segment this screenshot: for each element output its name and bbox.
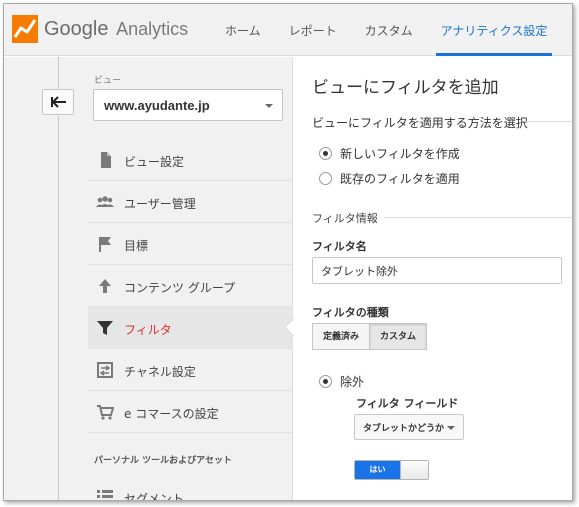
divider [526, 121, 572, 122]
back-arrow-icon [51, 96, 66, 108]
view-selector[interactable]: www.ayudante.jp [93, 89, 283, 121]
personal-tools-heading: パーソナル ツールおよびアセット [94, 456, 232, 466]
filter-field-label: フィルタ フィールド [356, 397, 459, 410]
sidebar-item-goals[interactable]: 目標 [88, 223, 293, 265]
sidebar-item-ecommerce-settings[interactable]: e コマースの設定 [88, 391, 293, 433]
filter-name-label: フィルタ名 [312, 240, 367, 253]
back-button[interactable] [42, 89, 74, 115]
nav-admin[interactable]: アナリティクス設定 [435, 4, 553, 56]
filter-type-label: フィルタの種類 [312, 306, 389, 319]
sidebar-item-label: コンテンツ グループ [124, 281, 236, 295]
radio-exclude[interactable]: 除外 [319, 373, 364, 389]
brand-product: Analytics [116, 19, 189, 39]
flag-icon [99, 237, 111, 252]
radio-label: 除外 [340, 374, 365, 389]
nav-reports[interactable]: レポート [288, 4, 338, 56]
sidebar-item-label: チャネル設定 [124, 365, 196, 379]
filter-icon [97, 321, 113, 335]
tree-line [58, 57, 59, 89]
cart-icon [97, 405, 114, 420]
sidebar-item-label: ビュー設定 [124, 155, 185, 169]
sidebar-item-label: 目標 [124, 239, 149, 253]
sidebar-item-label: e コマースの設定 [124, 407, 219, 421]
radio-create-new-filter[interactable]: 新しいフィルタを作成 [319, 145, 460, 161]
radio-button-selected[interactable] [319, 374, 332, 388]
brand-google: Google [44, 18, 109, 40]
users-icon [96, 196, 114, 207]
filter-field-dropdown[interactable]: タブレットかどうか [354, 414, 464, 440]
apply-method-heading: ビューにフィルタを適用する方法を選択 [312, 116, 528, 130]
nav-custom[interactable]: カスタム [364, 4, 414, 56]
content-group-icon [99, 279, 111, 293]
add-filter-panel: ビューにフィルタを追加 ビューにフィルタを適用する方法を選択 新しいフィルタを作… [294, 57, 572, 500]
filter-type-predefined-button[interactable]: 定義済み [312, 323, 371, 350]
brand-logo[interactable]: Google Analytics [44, 18, 188, 41]
view-label: ビュー [94, 76, 122, 86]
top-bar: Google Analytics ホーム レポート カスタム アナリティクス設定 [4, 4, 572, 56]
sidebar-item-filters[interactable]: フィルタ [88, 307, 293, 349]
filter-type-custom-button[interactable]: カスタム [370, 323, 428, 350]
analytics-logo-icon[interactable] [12, 15, 38, 43]
document-icon [101, 152, 111, 168]
filter-field-value: タブレットかどうか [363, 424, 445, 434]
radio-apply-existing-filter[interactable]: 既存のフィルタを適用 [319, 170, 460, 186]
sidebar-item-content-grouping[interactable]: コンテンツ グループ [88, 265, 293, 307]
yes-no-toggle[interactable]: はい [354, 460, 429, 480]
app-window: Google Analytics ホーム レポート カスタム アナリティクス設定… [3, 3, 573, 501]
divider [384, 217, 572, 218]
sidebar-item-label: フィルタ [124, 323, 172, 337]
sidebar-menu: ビュー設定 ユーザー管理 目標 コンテンツ グループ フィルタ チャネル設定 e… [88, 139, 293, 433]
tree-line [58, 116, 59, 500]
caret-down-icon [265, 104, 273, 108]
sidebar-item-user-management[interactable]: ユーザー管理 [88, 181, 293, 223]
sidebar-item-label: ユーザー管理 [124, 197, 196, 211]
sidebar-item-label: セグメント [124, 492, 185, 501]
segments-icon [97, 490, 113, 498]
page-title: ビューにフィルタを追加 [312, 78, 499, 98]
view-selector-value: www.ayudante.jp [104, 98, 210, 113]
radio-button[interactable] [319, 171, 332, 185]
main-nav: ホーム レポート カスタム アナリティクス設定 [224, 4, 572, 56]
sidebar-item-segments[interactable]: セグメント [88, 482, 293, 501]
radio-button-selected[interactable] [319, 146, 332, 160]
toggle-on-label: はい [355, 461, 400, 479]
caret-down-icon [447, 426, 455, 430]
sidebar-item-view-settings[interactable]: ビュー設定 [88, 139, 293, 181]
channel-settings-icon [97, 362, 113, 378]
admin-sidebar: ビュー www.ayudante.jp ビュー設定 ユーザー管理 目標 コンテン… [4, 57, 293, 501]
filter-info-heading: フィルタ情報 [312, 212, 378, 225]
filter-name-input[interactable] [312, 257, 562, 284]
sidebar-item-channel-settings[interactable]: チャネル設定 [88, 349, 293, 391]
radio-label: 既存のフィルタを適用 [340, 171, 460, 186]
radio-label: 新しいフィルタを作成 [340, 146, 460, 161]
nav-home[interactable]: ホーム [224, 4, 262, 56]
toggle-knob[interactable] [400, 461, 428, 479]
filter-type-toggle: 定義済み カスタム [312, 323, 428, 350]
